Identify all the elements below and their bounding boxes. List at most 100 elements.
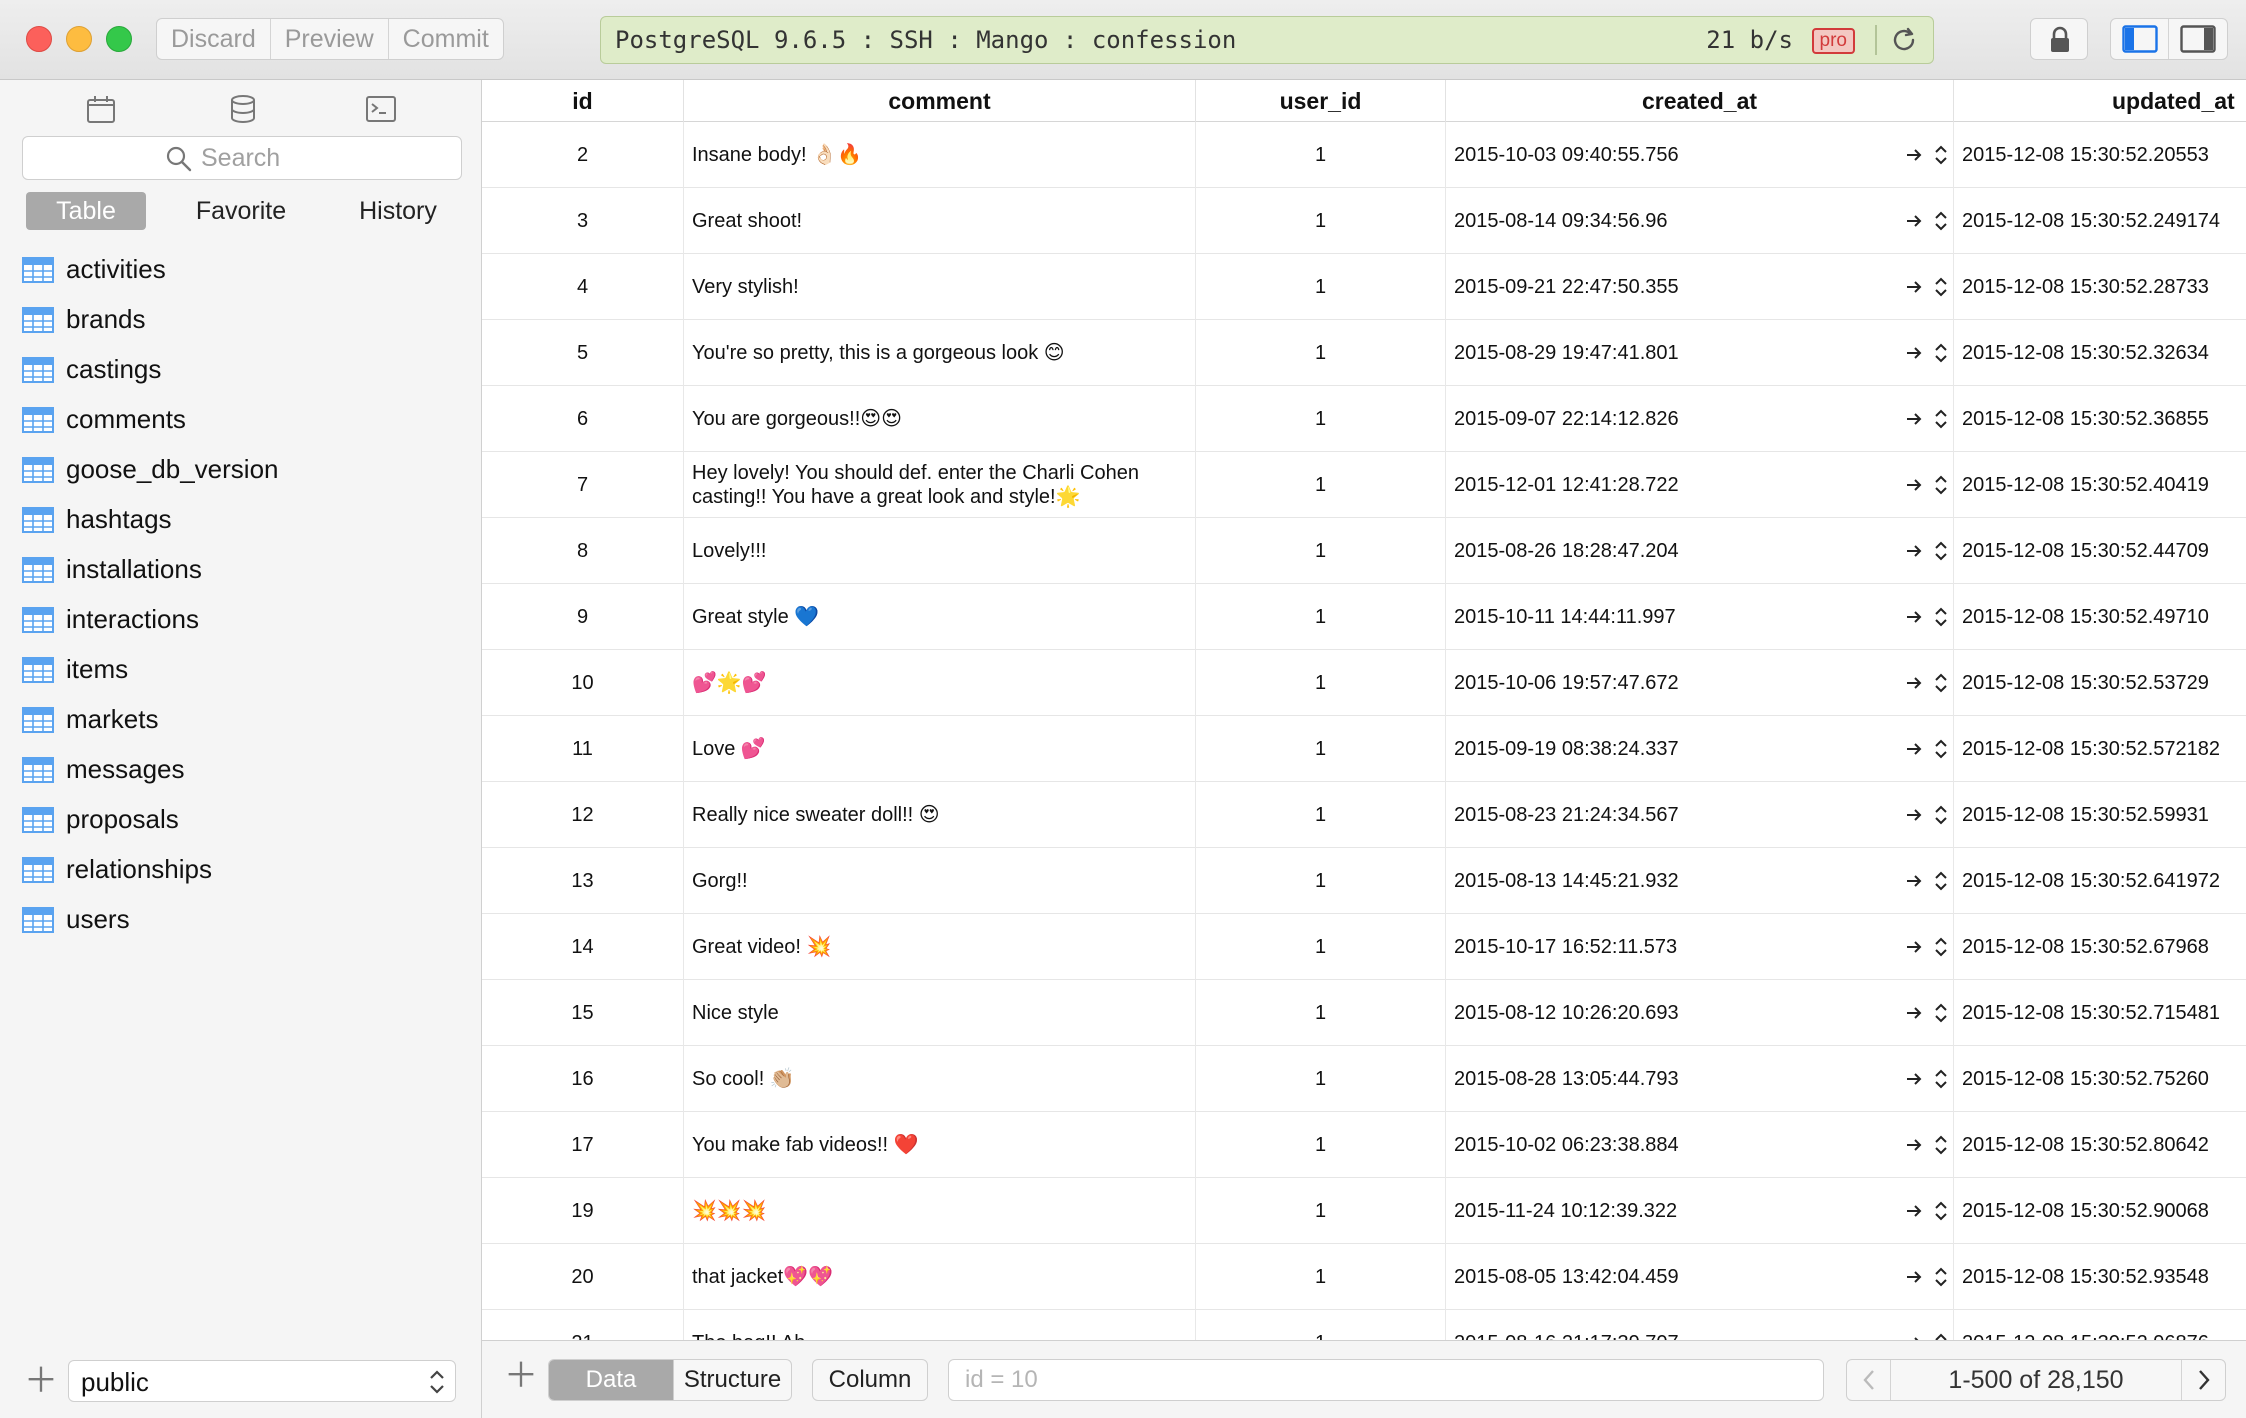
column-header-user-id[interactable]: user_id <box>1196 80 1446 122</box>
chevron-updown-icon[interactable] <box>1932 340 1950 371</box>
cell-updated-at[interactable]: 2015-12-08 15:30:52.20553 <box>1954 122 2246 188</box>
chevron-updown-icon[interactable] <box>1932 868 1950 899</box>
foreign-key-arrow-icon[interactable] <box>1904 805 1924 830</box>
sidebar-item-table[interactable]: users <box>0 895 482 945</box>
cell-id[interactable]: 6 <box>482 386 684 452</box>
table-row[interactable]: 17 You make fab videos!! ❤️ 1 2015-10-02 06… <box>482 1112 2246 1178</box>
foreign-key-arrow-icon[interactable] <box>1904 1135 1924 1160</box>
foreign-key-arrow-icon[interactable] <box>1904 871 1924 896</box>
table-row[interactable]: 14 Great video! 💥 1 2015-10-17 16:52:11.573… <box>482 914 2246 980</box>
chevron-updown-icon[interactable] <box>1932 472 1950 503</box>
previous-page-button[interactable] <box>1847 1360 1891 1400</box>
table-row[interactable]: 5 You're so pretty, this is a gorgeous lo… <box>482 320 2246 386</box>
cell-id[interactable]: 11 <box>482 716 684 782</box>
sidebar-item-table[interactable]: activities <box>0 245 482 295</box>
tab-table[interactable]: Table <box>26 192 146 230</box>
cell-created-at[interactable]: 2015-08-26 18:28:47.204 <box>1446 518 1954 584</box>
foreign-key-arrow-icon[interactable] <box>1904 1267 1924 1292</box>
column-header-created-at[interactable]: created_at <box>1446 80 1954 122</box>
add-table-button[interactable]: ＋ <box>24 1364 58 1398</box>
table-row[interactable]: 6 You are gorgeous!!😍😍 1 2015-09-07 22:14:1… <box>482 386 2246 452</box>
cell-user-id[interactable]: 1 <box>1196 980 1446 1046</box>
foreign-key-arrow-icon[interactable] <box>1904 1201 1924 1226</box>
cell-created-at[interactable]: 2015-09-07 22:14:12.826 <box>1446 386 1954 452</box>
cell-updated-at[interactable]: 2015-12-08 15:30:52.67968 <box>1954 914 2246 980</box>
tab-favorite[interactable]: Favorite <box>176 192 306 230</box>
cell-updated-at[interactable]: 2015-12-08 15:30:52.249174 <box>1954 188 2246 254</box>
cell-created-at[interactable]: 2015-08-05 13:42:04.459 <box>1446 1244 1954 1310</box>
cell-id[interactable]: 20 <box>482 1244 684 1310</box>
cell-comment[interactable]: You make fab videos!! ❤️ <box>684 1112 1196 1178</box>
cell-created-at[interactable]: 2015-10-11 14:44:11.997 <box>1446 584 1954 650</box>
commit-button[interactable]: Commit <box>389 19 503 59</box>
cell-created-at[interactable]: 2015-12-01 12:41:28.722 <box>1446 452 1954 518</box>
discard-button[interactable]: Discard <box>157 19 271 59</box>
table-row[interactable]: 9 Great style 💙 1 2015-10-11 14:44:11.997 20… <box>482 584 2246 650</box>
cell-user-id[interactable]: 1 <box>1196 1178 1446 1244</box>
chevron-updown-icon[interactable] <box>1932 1066 1950 1097</box>
cell-created-at[interactable]: 2015-08-12 10:26:20.693 <box>1446 980 1954 1046</box>
close-window-button[interactable] <box>26 26 52 52</box>
cell-created-at[interactable]: 2015-09-19 08:38:24.337 <box>1446 716 1954 782</box>
column-header-id[interactable]: id <box>482 80 684 122</box>
table-row[interactable]: 3 Great shoot! 1 2015-08-14 09:34:56.96 2015… <box>482 188 2246 254</box>
foreign-key-arrow-icon[interactable] <box>1904 277 1924 302</box>
foreign-key-arrow-icon[interactable] <box>1904 739 1924 764</box>
tab-history[interactable]: History <box>338 192 458 230</box>
cell-created-at[interactable]: 2015-08-29 19:47:41.801 <box>1446 320 1954 386</box>
sidebar-item-table[interactable]: messages <box>0 745 482 795</box>
cell-updated-at[interactable]: 2015-12-08 15:30:52.49710 <box>1954 584 2246 650</box>
cell-created-at[interactable]: 2015-10-17 16:52:11.573 <box>1446 914 1954 980</box>
cell-created-at[interactable]: 2015-11-24 10:12:39.322 <box>1446 1178 1954 1244</box>
cell-comment[interactable]: Very stylish! <box>684 254 1196 320</box>
sidebar-item-table[interactable]: items <box>0 645 482 695</box>
foreign-key-arrow-icon[interactable] <box>1904 673 1924 698</box>
cell-id[interactable]: 13 <box>482 848 684 914</box>
database-icon[interactable] <box>226 92 260 126</box>
cell-created-at[interactable]: 2015-08-13 14:45:21.932 <box>1446 848 1954 914</box>
cell-id[interactable]: 14 <box>482 914 684 980</box>
cell-created-at[interactable]: 2015-08-16 21:17:39.707 <box>1446 1310 1954 1340</box>
cell-comment[interactable]: You're so pretty, this is a gorgeous loo… <box>684 320 1196 386</box>
cell-user-id[interactable]: 1 <box>1196 518 1446 584</box>
cell-comment[interactable]: The bag!! Ah <box>684 1310 1196 1340</box>
table-row[interactable]: 12 Really nice sweater doll!! 😍 1 2015-08-2… <box>482 782 2246 848</box>
cell-created-at[interactable]: 2015-10-02 06:23:38.884 <box>1446 1112 1954 1178</box>
table-row[interactable]: 11 Love 💕 1 2015-09-19 08:38:24.337 2015-12-… <box>482 716 2246 782</box>
cell-user-id[interactable]: 1 <box>1196 452 1446 518</box>
cell-updated-at[interactable]: 2015-12-08 15:30:52.53729 <box>1954 650 2246 716</box>
table-row[interactable]: 15 Nice style 1 2015-08-12 10:26:20.693 2015… <box>482 980 2246 1046</box>
cell-created-at[interactable]: 2015-08-28 13:05:44.793 <box>1446 1046 1954 1112</box>
cell-id[interactable]: 15 <box>482 980 684 1046</box>
table-row[interactable]: 20 that jacket💖💖 1 2015-08-05 13:42:04.459… <box>482 1244 2246 1310</box>
chevron-updown-icon[interactable] <box>1932 934 1950 965</box>
cell-user-id[interactable]: 1 <box>1196 386 1446 452</box>
cell-user-id[interactable]: 1 <box>1196 188 1446 254</box>
cell-updated-at[interactable]: 2015-12-08 15:30:52.36855 <box>1954 386 2246 452</box>
cell-user-id[interactable]: 1 <box>1196 716 1446 782</box>
cell-updated-at[interactable]: 2015-12-08 15:30:52.75260 <box>1954 1046 2246 1112</box>
foreign-key-arrow-icon[interactable] <box>1904 475 1924 500</box>
sidebar-item-table[interactable]: proposals <box>0 795 482 845</box>
cell-id[interactable]: 10 <box>482 650 684 716</box>
table-row[interactable]: 13 Gorg!! 1 2015-08-13 14:45:21.932 2015-12-… <box>482 848 2246 914</box>
foreign-key-arrow-icon[interactable] <box>1904 211 1924 236</box>
cell-id[interactable]: 5 <box>482 320 684 386</box>
foreign-key-arrow-icon[interactable] <box>1904 409 1924 434</box>
cell-comment[interactable]: Insane body! 👌🏻🔥 <box>684 122 1196 188</box>
cell-updated-at[interactable]: 2015-12-08 15:30:52.90068 <box>1954 1178 2246 1244</box>
cell-updated-at[interactable]: 2015-12-08 15:30:52.28733 <box>1954 254 2246 320</box>
cell-comment[interactable]: Lovely!!! <box>684 518 1196 584</box>
search-input[interactable] <box>201 141 451 175</box>
foreign-key-arrow-icon[interactable] <box>1904 1069 1924 1094</box>
cell-user-id[interactable]: 1 <box>1196 848 1446 914</box>
table-row[interactable]: 21 The bag!! Ah 1 2015-08-16 21:17:39.707 20… <box>482 1310 2246 1340</box>
chevron-updown-icon[interactable] <box>1932 1132 1950 1163</box>
table-row[interactable]: 10 💕🌟💕 1 2015-10-06 19:57:47.672 2015-12-08 … <box>482 650 2246 716</box>
chevron-updown-icon[interactable] <box>1932 406 1950 437</box>
sidebar-item-table[interactable]: brands <box>0 295 482 345</box>
foreign-key-arrow-icon[interactable] <box>1904 607 1924 632</box>
table-row[interactable]: 2 Insane body! 👌🏻🔥 1 2015-10-03 09:40:55.75… <box>482 122 2246 188</box>
cell-user-id[interactable]: 1 <box>1196 782 1446 848</box>
cell-id[interactable]: 2 <box>482 122 684 188</box>
